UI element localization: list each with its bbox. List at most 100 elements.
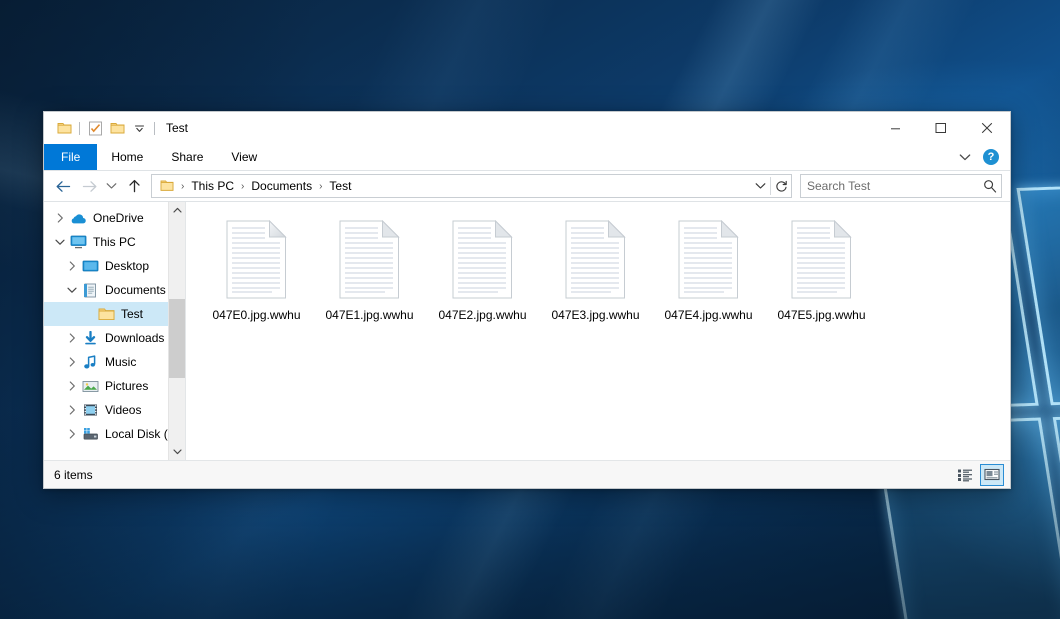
chevron-down-icon[interactable] bbox=[64, 278, 80, 302]
pictures-icon bbox=[80, 376, 100, 396]
sidebar-label-downloads: Downloads bbox=[105, 331, 164, 345]
maximize-button[interactable] bbox=[918, 112, 964, 144]
navigation-pane-scrollbar[interactable] bbox=[168, 202, 185, 460]
expand-ribbon-chevron-down-icon[interactable] bbox=[953, 146, 977, 168]
quick-access-toolbar: Test bbox=[44, 112, 188, 144]
explorer-body: OneDrive This PC bbox=[44, 201, 1010, 460]
chevron-right-icon[interactable] bbox=[64, 398, 80, 422]
chevron-right-icon[interactable] bbox=[64, 422, 80, 446]
close-button[interactable] bbox=[964, 112, 1010, 144]
ribbon-tab-strip: File Home Share View ? bbox=[44, 144, 1010, 171]
sidebar-item-onedrive[interactable]: OneDrive bbox=[44, 206, 185, 230]
breadcrumb-separator-0: › bbox=[177, 181, 188, 192]
desktop-icon bbox=[80, 256, 100, 276]
chevron-right-icon[interactable] bbox=[64, 254, 80, 278]
search-input[interactable]: Search Test bbox=[801, 179, 979, 193]
address-bar[interactable]: › This PC › Documents › Test bbox=[151, 174, 792, 198]
chevron-right-icon[interactable] bbox=[52, 206, 68, 230]
refresh-icon[interactable] bbox=[771, 176, 791, 196]
sidebar-label-onedrive: OneDrive bbox=[93, 211, 144, 225]
scrollbar-track[interactable] bbox=[169, 218, 185, 444]
music-icon bbox=[80, 352, 100, 372]
details-view-button[interactable] bbox=[953, 464, 977, 486]
forward-button[interactable] bbox=[76, 174, 102, 198]
item-count: 6 items bbox=[54, 468, 93, 482]
sidebar-label-documents: Documents bbox=[105, 283, 166, 297]
recent-locations-chevron-down-icon[interactable] bbox=[102, 174, 121, 198]
file-name: 047E4.jpg.wwhu bbox=[664, 308, 752, 322]
large-icons-view-button[interactable] bbox=[980, 464, 1004, 486]
tab-file[interactable]: File bbox=[44, 144, 97, 170]
window-title: Test bbox=[166, 121, 188, 135]
folder-icon[interactable] bbox=[53, 117, 75, 139]
file-item[interactable]: 047E4.jpg.wwhu bbox=[652, 216, 765, 345]
scroll-down-arrow-icon[interactable] bbox=[169, 444, 185, 460]
sidebar-item-documents[interactable]: Documents bbox=[44, 278, 185, 302]
search-icon[interactable] bbox=[979, 176, 1001, 196]
help-icon: ? bbox=[983, 149, 999, 165]
navigation-pane: OneDrive This PC bbox=[44, 202, 185, 460]
scrollbar-thumb[interactable] bbox=[169, 299, 185, 378]
chevron-right-icon[interactable] bbox=[64, 350, 80, 374]
sidebar-item-videos[interactable]: Videos bbox=[44, 398, 185, 422]
properties-icon[interactable] bbox=[84, 117, 106, 139]
status-bar: 6 items bbox=[44, 460, 1010, 488]
sidebar-item-desktop[interactable]: Desktop bbox=[44, 254, 185, 278]
sidebar-item-test[interactable]: Test bbox=[44, 302, 185, 326]
generic-document-icon bbox=[338, 220, 401, 299]
file-name: 047E1.jpg.wwhu bbox=[325, 308, 413, 322]
sidebar-item-this-pc[interactable]: This PC bbox=[44, 230, 185, 254]
chevron-right-icon[interactable] bbox=[64, 374, 80, 398]
breadcrumb-item-this-pc[interactable]: This PC bbox=[188, 178, 237, 194]
sidebar-item-pictures[interactable]: Pictures bbox=[44, 374, 185, 398]
tab-share[interactable]: Share bbox=[157, 144, 217, 170]
up-button[interactable] bbox=[121, 174, 147, 198]
sidebar-label-pictures: Pictures bbox=[105, 379, 148, 393]
new-folder-icon[interactable] bbox=[106, 117, 128, 139]
help-button[interactable]: ? bbox=[979, 146, 1003, 168]
file-list-view[interactable]: 047E0.jpg.wwhu bbox=[186, 202, 1010, 460]
drive-icon bbox=[80, 424, 100, 444]
chevron-down-icon[interactable] bbox=[128, 117, 150, 139]
toolbar-separator-2 bbox=[154, 122, 155, 135]
chevron-right-icon[interactable] bbox=[64, 326, 80, 350]
tab-home[interactable]: Home bbox=[97, 144, 157, 170]
sidebar-item-downloads[interactable]: Downloads bbox=[44, 326, 185, 350]
file-name: 047E3.jpg.wwhu bbox=[551, 308, 639, 322]
sidebar-item-local-disk-c[interactable]: Local Disk (C:) bbox=[44, 422, 185, 446]
file-item[interactable]: 047E1.jpg.wwhu bbox=[313, 216, 426, 345]
sidebar-label-this-pc: This PC bbox=[93, 235, 136, 249]
file-name: 047E2.jpg.wwhu bbox=[438, 308, 526, 322]
toolbar-separator bbox=[79, 122, 80, 135]
file-name: 047E0.jpg.wwhu bbox=[212, 308, 300, 322]
sidebar-item-music[interactable]: Music bbox=[44, 350, 185, 374]
title-bar[interactable]: Test bbox=[44, 112, 1010, 144]
breadcrumb-item-test[interactable]: Test bbox=[326, 178, 354, 194]
search-box[interactable]: Search Test bbox=[800, 174, 1002, 198]
view-mode-buttons bbox=[953, 464, 1004, 486]
scroll-up-arrow-icon[interactable] bbox=[169, 202, 185, 218]
breadcrumb-separator-2: › bbox=[315, 181, 326, 192]
address-bar-actions bbox=[750, 176, 791, 196]
sidebar-label-test: Test bbox=[121, 307, 143, 321]
no-expander bbox=[80, 302, 96, 326]
back-button[interactable] bbox=[50, 174, 76, 198]
sidebar-label-music: Music bbox=[105, 355, 136, 369]
downloads-icon bbox=[80, 328, 100, 348]
tab-view[interactable]: View bbox=[217, 144, 271, 170]
previous-locations-chevron-down-icon[interactable] bbox=[750, 176, 770, 196]
file-item[interactable]: 047E0.jpg.wwhu bbox=[200, 216, 313, 345]
generic-document-icon bbox=[790, 220, 853, 299]
chevron-down-icon[interactable] bbox=[52, 230, 68, 254]
file-item[interactable]: 047E5.jpg.wwhu bbox=[765, 216, 878, 345]
breadcrumb-folder-icon[interactable] bbox=[157, 178, 177, 194]
videos-icon bbox=[80, 400, 100, 420]
generic-document-icon bbox=[677, 220, 740, 299]
sidebar-label-videos: Videos bbox=[105, 403, 141, 417]
onedrive-icon bbox=[68, 208, 88, 228]
generic-document-icon bbox=[225, 220, 288, 299]
file-item[interactable]: 047E3.jpg.wwhu bbox=[539, 216, 652, 345]
file-item[interactable]: 047E2.jpg.wwhu bbox=[426, 216, 539, 345]
breadcrumb-item-documents[interactable]: Documents bbox=[248, 178, 315, 194]
minimize-button[interactable] bbox=[872, 112, 918, 144]
